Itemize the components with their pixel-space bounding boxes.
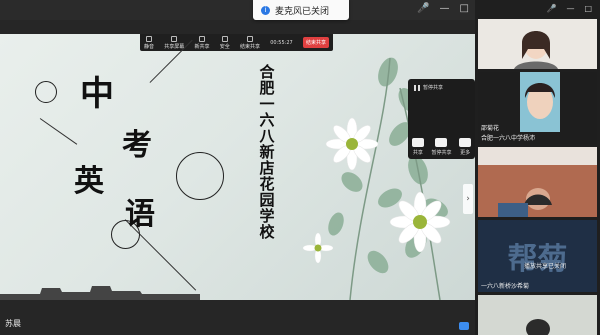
- mic-icon[interactable]: 🎤: [546, 4, 556, 14]
- participant-name: 一六八新桥沙希菊: [481, 283, 530, 290]
- title-char: 中: [80, 74, 114, 114]
- share-screen-button[interactable]: 共享屏幕: [164, 35, 184, 50]
- school-name: 合肥一六八新店花园学校: [257, 64, 276, 240]
- title-char: 英: [74, 164, 104, 199]
- participant-tile[interactable]: [478, 19, 597, 69]
- participant-video: [478, 147, 597, 217]
- participant-status: 播放共享已关闭: [524, 263, 567, 270]
- pause-icon: [414, 84, 420, 91]
- share-button[interactable]: 共享: [411, 138, 424, 156]
- presenter-name: 苏晨: [5, 319, 21, 328]
- deco-circle: [35, 81, 57, 103]
- mic-icon[interactable]: 🎤: [417, 3, 429, 14]
- top-bar: 🎤 — □: [0, 0, 475, 20]
- participant-tile[interactable]: [478, 147, 597, 217]
- title-char: 语: [125, 197, 155, 232]
- share-popup: 暂停共享 共享 暂停共享 更多: [408, 79, 475, 159]
- maximize-icon[interactable]: □: [584, 4, 592, 14]
- screen-icon: [171, 35, 178, 42]
- participant-subname: 合肥一六八中学杨沛: [481, 135, 536, 142]
- city-silhouette: [0, 286, 200, 300]
- info-icon: i: [261, 5, 270, 15]
- pause-button[interactable]: 暂停共享: [431, 138, 452, 156]
- mic-icon: [146, 35, 152, 42]
- next-arrow-icon[interactable]: ›: [463, 184, 473, 214]
- shared-screen: 静音 共享屏幕 新共享 安全 结束共享 00:55:27 结束共享 中 考 英 …: [0, 34, 475, 300]
- stop-share-button[interactable]: 结束共享: [302, 37, 329, 48]
- pause-share-row[interactable]: 暂停共享: [414, 84, 443, 91]
- new-share-button[interactable]: 新共享: [195, 35, 210, 50]
- participant-panel: 🎤 — □ 邵菊花 合肥一六八中学杨沛 帮菊 播放共享已关闭 一六八新桥沙希菊: [475, 0, 600, 335]
- popup-actions: 共享 暂停共享 更多: [408, 138, 475, 156]
- minimize-icon[interactable]: —: [566, 4, 574, 14]
- participant-tile[interactable]: [478, 295, 597, 335]
- meeting-window: 🎤 — □ i 麦克风已关闭 静音 共享屏幕 新共享 安全 结束共享 00:55…: [0, 0, 600, 335]
- participant-initials: 帮菊: [507, 242, 568, 277]
- window-controls: 🎤 — □: [417, 3, 469, 14]
- participant-tile[interactable]: 邵菊花 合肥一六八中学杨沛: [478, 72, 597, 144]
- end-share-item[interactable]: 结束共享: [240, 35, 260, 50]
- stage-footer: 苏晨: [0, 300, 475, 335]
- more-icon: [459, 138, 472, 147]
- participant-video: [478, 295, 597, 335]
- mute-button[interactable]: 静音: [144, 35, 154, 50]
- deco-circle: [176, 152, 224, 200]
- security-button[interactable]: 安全: [220, 35, 230, 50]
- shield-icon: [221, 35, 228, 42]
- share-icon: [411, 138, 424, 147]
- minimize-icon[interactable]: —: [440, 3, 450, 14]
- share-timer: 00:55:27: [270, 39, 293, 46]
- stop-icon: [247, 35, 253, 42]
- toast-text: 麦克风已关闭: [275, 6, 330, 17]
- pause-share-icon: [435, 138, 448, 147]
- more-button[interactable]: 更多: [459, 138, 472, 156]
- deco-line: [39, 118, 78, 145]
- participant-video: [478, 19, 597, 69]
- close-icon[interactable]: □: [460, 3, 469, 14]
- panel-controls: 🎤 — □: [475, 0, 600, 18]
- layout-icon[interactable]: [459, 322, 469, 330]
- title-char: 考: [122, 128, 152, 163]
- plus-icon: [199, 35, 205, 42]
- participant-name: 邵菊花: [481, 125, 500, 132]
- participant-tile[interactable]: 帮菊 播放共享已关闭 一六八新桥沙希菊: [478, 220, 597, 292]
- mic-off-toast: i 麦克风已关闭: [253, 0, 349, 20]
